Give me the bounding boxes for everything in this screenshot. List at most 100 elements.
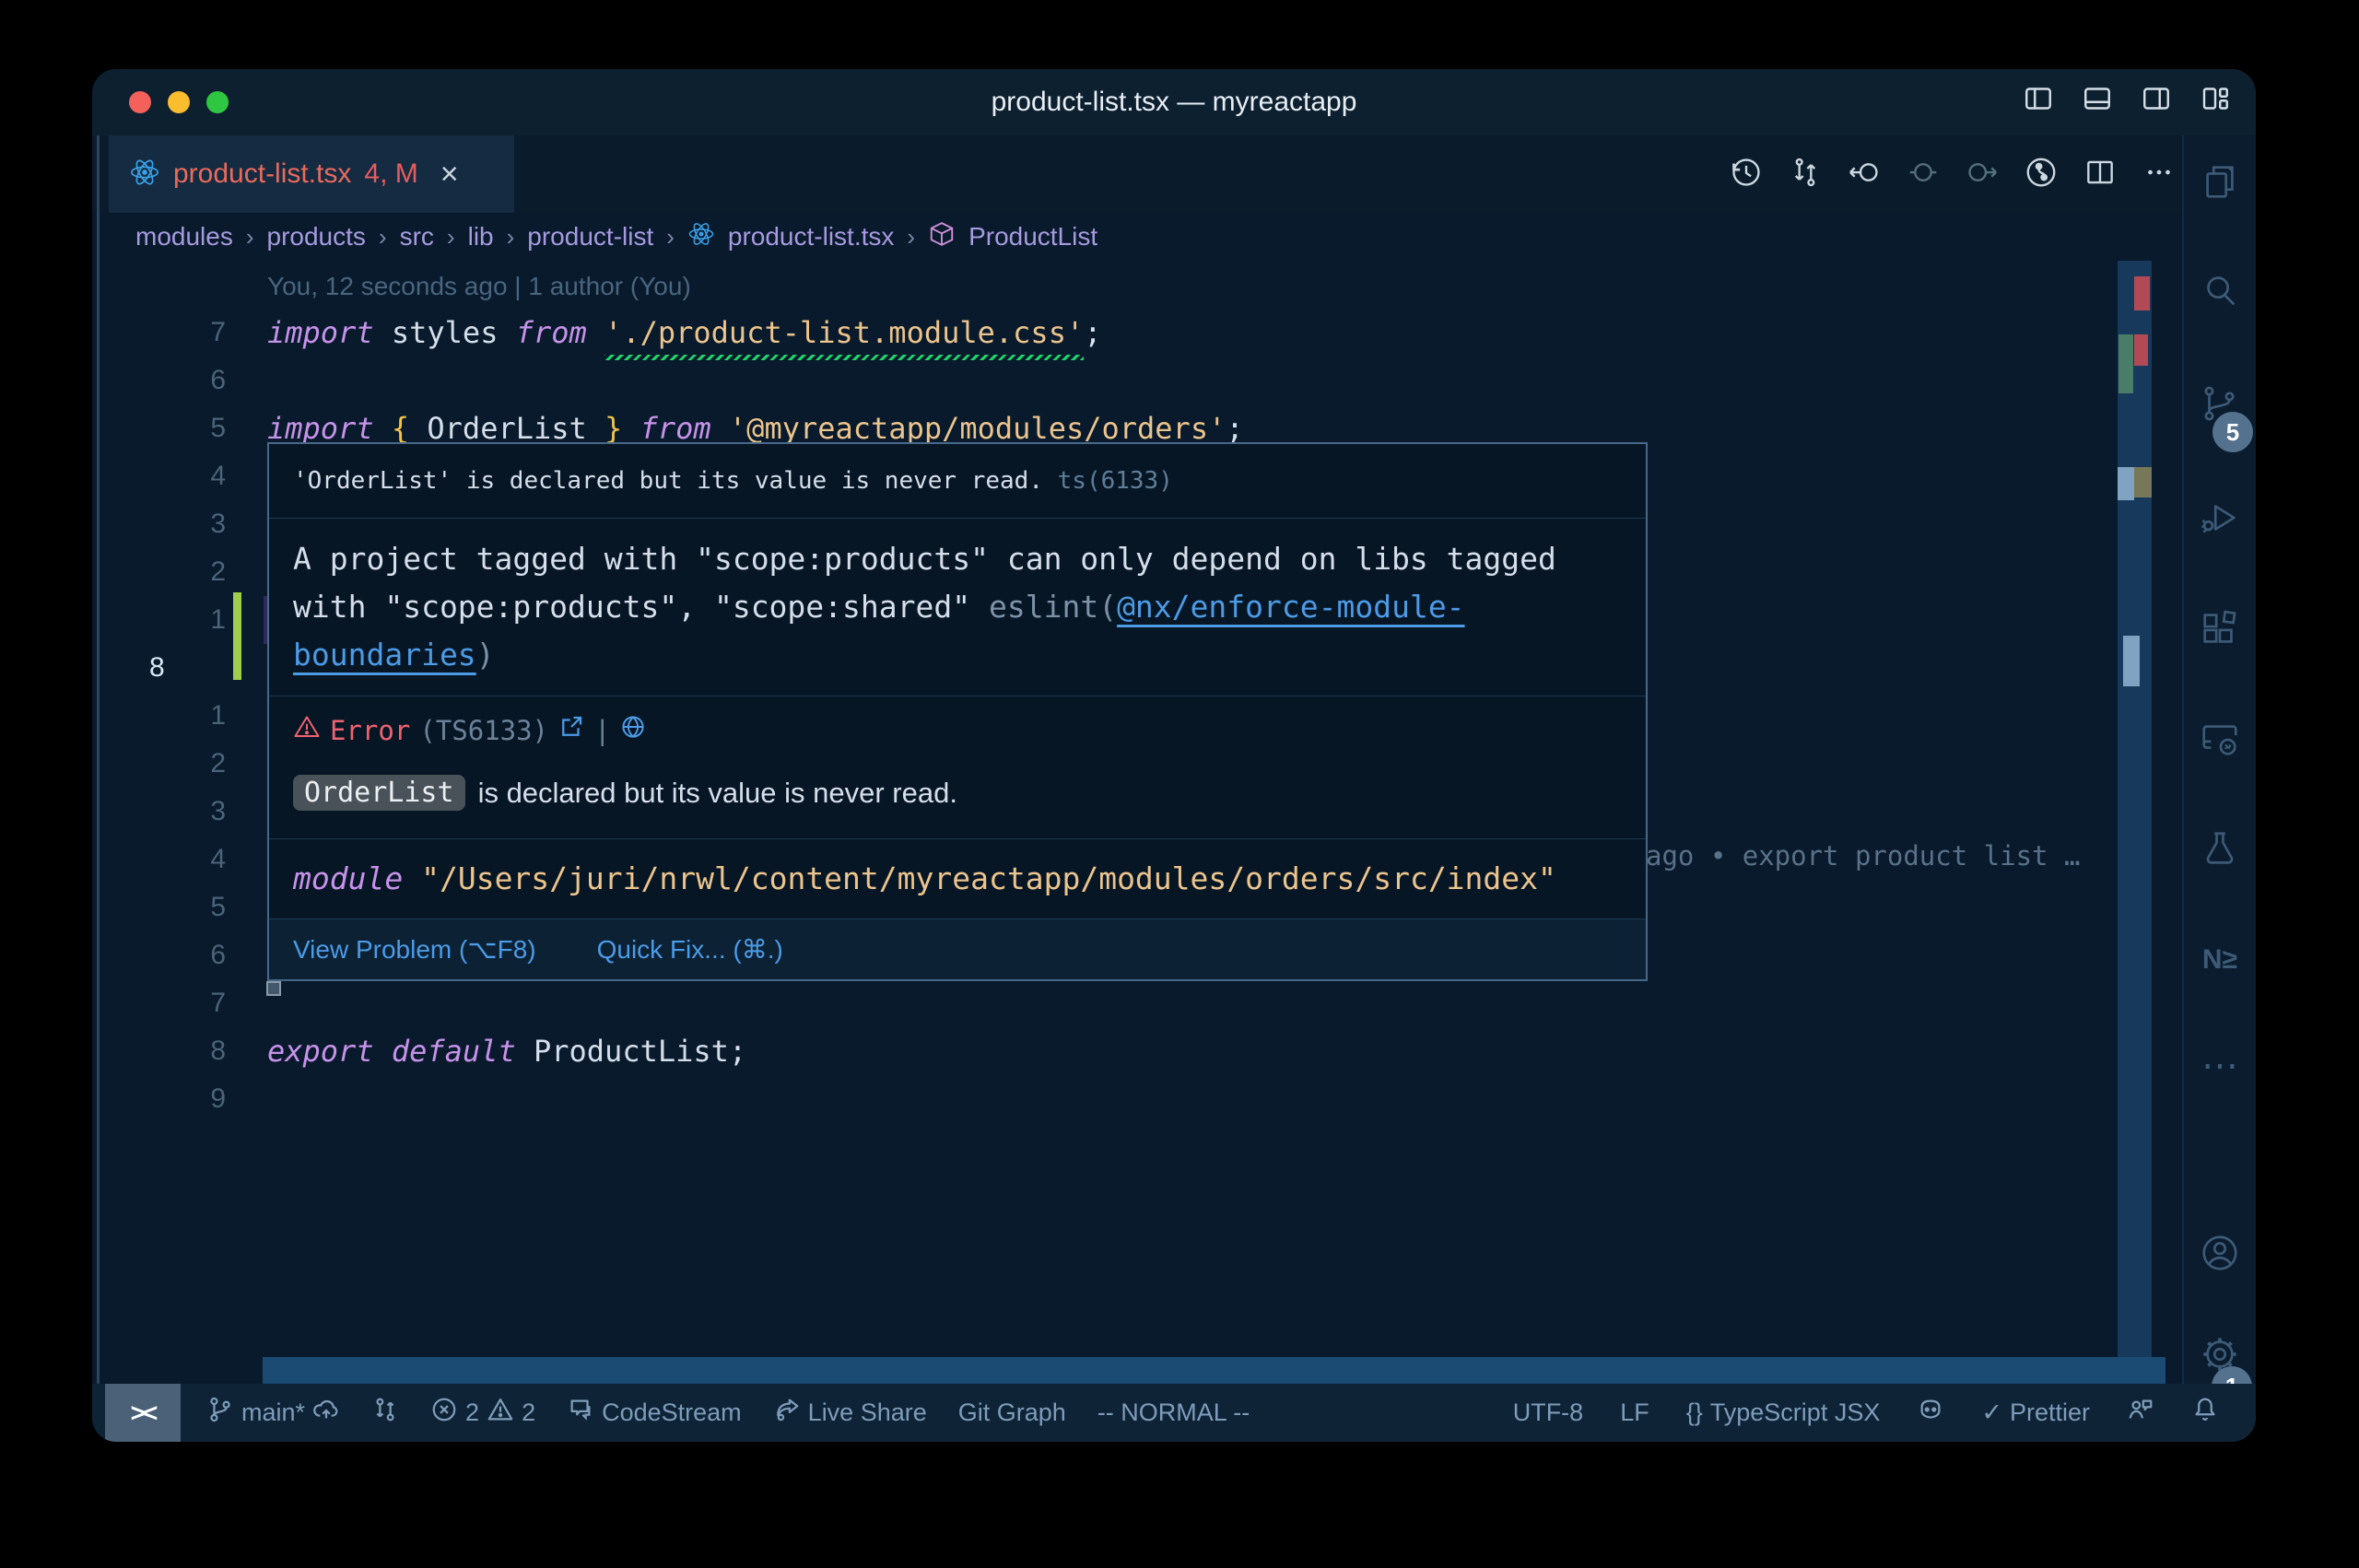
window-title: product-list.tsx — myreactapp [92, 69, 2256, 135]
line-number[interactable] [92, 261, 230, 309]
module-keyword: module [293, 860, 403, 896]
remote-explorer-icon[interactable] [2199, 718, 2241, 760]
live-share-status-item[interactable]: Live Share [773, 1396, 927, 1430]
token: export [267, 1034, 374, 1069]
line-number[interactable]: 1 [92, 596, 230, 644]
overview-mark-error [2134, 276, 2150, 310]
share-arrow-icon [773, 1396, 801, 1430]
globe-icon[interactable] [619, 713, 647, 747]
breadcrumb-symbol[interactable]: ProductList [968, 222, 1097, 252]
branch-status-item[interactable]: main* [206, 1396, 340, 1430]
titlebar: product-list.tsx — myreactapp [92, 69, 2256, 135]
toggle-panel-icon[interactable] [2081, 82, 2114, 120]
line-number[interactable]: 4 [92, 836, 230, 883]
react-file-icon [687, 220, 715, 254]
error-hover-tooltip: 'OrderList' is declared but its value is… [267, 442, 1648, 981]
open-external-icon[interactable] [557, 713, 585, 747]
line-number[interactable]: 2 [92, 740, 230, 788]
line-number[interactable]: 5 [92, 404, 230, 452]
code-text[interactable]: export default ProductList; [267, 1027, 746, 1075]
error-label: Error [330, 715, 410, 746]
run-debug-icon[interactable] [2199, 497, 2241, 539]
copilot-icon [1917, 1396, 1944, 1430]
vim-mode-indicator[interactable]: -- NORMAL -- [1097, 1398, 1250, 1427]
token [374, 1034, 392, 1069]
breadcrumb-file[interactable]: product-list.tsx [728, 222, 895, 252]
quick-fix-link[interactable]: Quick Fix... (⌘.) [597, 934, 783, 965]
vscode-window: product-list.tsx — myreactapp product-li… [92, 69, 2256, 1442]
token: from [516, 315, 587, 350]
code-text[interactable]: You, 12 seconds ago | 1 author (You) [267, 261, 691, 309]
file-history-icon[interactable] [1729, 155, 1764, 194]
testing-beaker-icon[interactable] [2199, 828, 2241, 871]
feedback-status-item[interactable] [2127, 1396, 2154, 1430]
scrollbar-thumb[interactable] [2118, 467, 2134, 500]
tab-close-icon[interactable]: × [440, 157, 459, 193]
line-number[interactable]: 3 [92, 500, 230, 548]
remote-indicator[interactable]: >< [105, 1384, 181, 1442]
nx-console-icon[interactable]: N≥ [2199, 939, 2241, 981]
codestream-status-item[interactable]: CodeStream [567, 1396, 742, 1430]
tab-product-list[interactable]: product-list.tsx 4, M × [109, 135, 514, 213]
tooltip-resize-handle[interactable] [266, 981, 281, 996]
line-number[interactable]: 3 [92, 788, 230, 836]
previous-change-icon[interactable] [1847, 155, 1882, 194]
extensions-icon[interactable] [2199, 607, 2241, 649]
view-problem-link[interactable]: View Problem (⌥F8) [293, 934, 536, 965]
prettier-status-item[interactable]: ✓ Prettier [1981, 1398, 2090, 1427]
more-actions-icon[interactable] [2142, 155, 2177, 194]
line-number[interactable]: 7 [92, 979, 230, 1027]
tooltip-eslint-message: A project tagged with "scope:products" c… [269, 519, 1646, 696]
breadcrumb-src[interactable]: src [400, 222, 434, 252]
compare-changes-icon[interactable] [1788, 155, 1823, 194]
customize-layout-icon[interactable] [2199, 82, 2232, 120]
eol-status-item[interactable]: LF [1620, 1398, 1649, 1427]
problems-status-item[interactable]: 2 2 [430, 1396, 535, 1430]
error-count: 2 [465, 1398, 479, 1427]
error-sentence: is declared but its value is never read. [478, 777, 957, 810]
git-graph-status-item[interactable]: Git Graph [958, 1398, 1066, 1427]
encoding-status-item[interactable]: UTF-8 [1513, 1398, 1584, 1427]
line-number[interactable]: 5 [92, 883, 230, 931]
line-number[interactable]: 4 [92, 452, 230, 500]
line-number[interactable]: 6 [92, 931, 230, 979]
copilot-status-item[interactable] [1917, 1396, 1944, 1430]
line-number[interactable]: 9 [92, 1075, 230, 1123]
toggle-primary-sidebar-icon[interactable] [2022, 82, 2055, 120]
chevron-right-icon: › [379, 223, 387, 252]
line-number[interactable]: 1 [92, 692, 230, 740]
overview-ruler[interactable] [2118, 261, 2152, 1357]
account-icon[interactable] [2199, 1232, 2241, 1274]
breadcrumb-product-list[interactable]: product-list [527, 222, 653, 252]
horizontal-scrollbar[interactable] [92, 1357, 2184, 1384]
more-views-icon[interactable]: ⋯ [2199, 1047, 2241, 1090]
compare-status-item[interactable] [371, 1396, 399, 1430]
next-change-icon[interactable] [1965, 155, 2000, 194]
breadcrumb-lib[interactable]: lib [468, 222, 494, 252]
line-number[interactable]: 6 [92, 357, 230, 404]
tab-problem-badge: 4, M [364, 158, 417, 190]
current-change-icon[interactable] [1906, 155, 1941, 194]
toggle-secondary-sidebar-icon[interactable] [2140, 82, 2173, 120]
breadcrumb-products[interactable]: products [267, 222, 366, 252]
overview-mark-added [2118, 334, 2133, 393]
horizontal-scrollbar-thumb[interactable] [263, 1357, 2165, 1384]
split-editor-icon[interactable] [2083, 155, 2118, 194]
overview-cursor-mark [2123, 636, 2140, 686]
breadcrumb-modules[interactable]: modules [135, 222, 233, 252]
code-text[interactable]: import styles from './product-list.modul… [267, 309, 1101, 357]
line-number[interactable]: 7 [92, 309, 230, 357]
line-number[interactable]: 2 [92, 548, 230, 596]
search-icon[interactable] [2199, 270, 2241, 312]
tooltip-error-section: Error (TS6133) | OrderList is declared b… [269, 696, 1646, 839]
eslint-source: eslint( [989, 589, 1117, 625]
gitlens-graph-icon[interactable] [2024, 155, 2059, 194]
chevron-right-icon: › [246, 223, 254, 252]
line-number[interactable]: 8 [92, 1027, 230, 1075]
notifications-status-item[interactable] [2191, 1396, 2219, 1430]
line-number[interactable]: 8 [92, 644, 230, 692]
activity-bar: 5 N≥ ⋯ 1 [2182, 135, 2256, 1384]
token [516, 1034, 534, 1069]
explorer-icon[interactable] [2199, 161, 2241, 204]
language-status-item[interactable]: {} TypeScript JSX [1686, 1398, 1881, 1427]
